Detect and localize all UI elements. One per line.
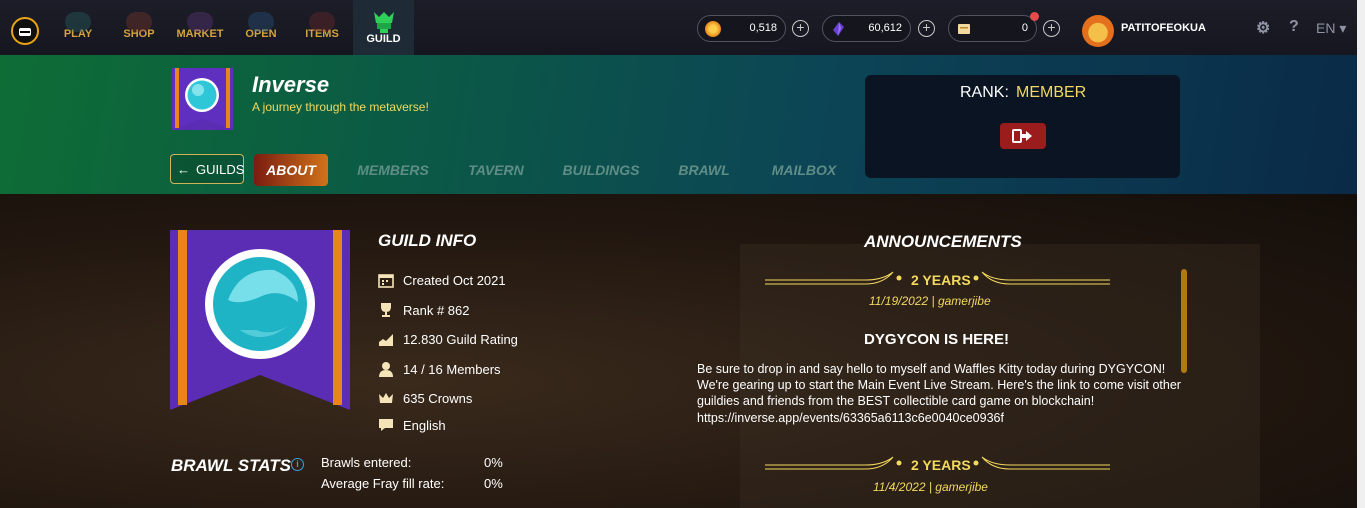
- crown-icon: [377, 389, 395, 407]
- gear-icon[interactable]: ⚙: [1256, 18, 1270, 38]
- info-crowns: 635 Crowns: [377, 388, 472, 408]
- tab-buildings[interactable]: BUILDINGS: [558, 154, 644, 186]
- help-icon[interactable]: ?: [1289, 18, 1299, 36]
- announcement-body: Be sure to drop in and say hello to myse…: [697, 362, 1181, 425]
- guild-emblem-small: [172, 68, 233, 130]
- exit-door-icon: [1012, 129, 1032, 143]
- tab-mailbox[interactable]: MAILBOX: [764, 154, 844, 186]
- announcements-title: ANNOUNCEMENTS: [864, 232, 1022, 251]
- rating-chart-icon: [377, 330, 395, 348]
- username[interactable]: PATITOFEOKUA: [1121, 22, 1206, 34]
- voucher-icon: [958, 24, 970, 34]
- calendar-icon: [377, 271, 395, 289]
- dec-balance: 60,612: [822, 15, 911, 42]
- tab-tavern[interactable]: TAVERN: [462, 154, 530, 186]
- speech-bubble-icon: [377, 416, 395, 434]
- crowns-text: 635 Crowns: [403, 390, 473, 406]
- market-icon: [187, 12, 213, 32]
- vouchers-value: 0: [1021, 22, 1028, 34]
- guild-motto: A journey through the metaverse!: [252, 100, 429, 114]
- play-icon: [65, 12, 91, 32]
- nav-play[interactable]: PLAY: [55, 0, 101, 55]
- announcement-meta: 11/19/2022 | gamerjibe: [869, 294, 991, 308]
- guild-info-title: GUILD INFO: [378, 231, 477, 250]
- nav-open[interactable]: OPEN: [240, 0, 282, 55]
- credits-value: 0,518: [749, 22, 777, 34]
- members-text: 14 / 16 Members: [403, 361, 501, 377]
- shop-icon: [126, 12, 152, 32]
- fray-fill-label: Average Fray fill rate:: [321, 476, 445, 491]
- items-icon: [309, 12, 335, 32]
- language-label: EN: [1316, 20, 1336, 36]
- info-created: Created Oct 2021: [377, 270, 506, 290]
- dec-value: 60,612: [868, 22, 902, 34]
- announcement-age-badge: 2 YEARS: [911, 272, 971, 288]
- add-credits-button[interactable]: +: [792, 20, 809, 37]
- page-scrollbar[interactable]: [1357, 0, 1365, 508]
- nav-items[interactable]: ITEMS: [300, 0, 344, 55]
- rank-label: RANK:: [960, 84, 1009, 101]
- nav-guild[interactable]: GUILD: [353, 0, 414, 55]
- leave-guild-button[interactable]: [1000, 123, 1046, 149]
- brawls-entered-label: Brawls entered:: [321, 455, 412, 470]
- credits-balance: 0,518: [697, 15, 786, 42]
- open-packs-icon: [248, 12, 274, 32]
- add-vouchers-button[interactable]: +: [1043, 20, 1060, 37]
- tab-brawl[interactable]: BRAWL: [674, 154, 734, 186]
- announcement-age-badge-2: 2 YEARS: [911, 457, 971, 473]
- rank-text: Rank # 862: [403, 302, 470, 318]
- created-text: Created Oct 2021: [403, 272, 506, 288]
- nav-shop[interactable]: SHOP: [117, 0, 161, 55]
- person-icon: [377, 360, 395, 378]
- credits-coin-icon: [705, 21, 721, 37]
- dec-crystal-icon: [833, 22, 844, 36]
- brawls-entered-value: 0%: [484, 455, 503, 470]
- info-icon[interactable]: i: [291, 458, 304, 471]
- info-members: 14 / 16 Members: [377, 359, 501, 379]
- announcement-meta-2: 11/4/2022 | gamerjibe: [873, 480, 988, 494]
- rank-value: MEMBER: [1016, 84, 1087, 101]
- guild-emblem-large: [170, 230, 350, 410]
- fray-fill-value: 0%: [484, 476, 503, 491]
- avatar[interactable]: [1082, 15, 1114, 47]
- tab-members[interactable]: MEMBERS: [352, 154, 434, 186]
- tab-about[interactable]: ABOUT: [254, 154, 328, 186]
- announcements-scrollbar[interactable]: [1181, 269, 1187, 373]
- info-rating: 12.830 Guild Rating: [377, 329, 518, 349]
- rating-text: 12.830 Guild Rating: [403, 331, 518, 347]
- info-rank: Rank # 862: [377, 300, 470, 320]
- info-language: English: [377, 415, 446, 435]
- add-dec-button[interactable]: +: [918, 20, 935, 37]
- brawl-stats-title: BRAWL STATS: [171, 456, 291, 475]
- top-nav-bar: PLAY SHOP MARKET OPEN ITEMS GUILD 0,518 …: [0, 0, 1365, 55]
- game-logo-icon[interactable]: [11, 17, 39, 45]
- vouchers-balance: 0: [948, 15, 1037, 42]
- back-to-guilds-button[interactable]: ← GUILDS: [170, 154, 244, 184]
- trophy-icon: [377, 301, 395, 319]
- back-to-guilds-label: GUILDS: [196, 161, 245, 177]
- language-text: English: [403, 417, 446, 433]
- arrow-left-icon: ←: [177, 161, 190, 177]
- notification-dot: [1030, 12, 1039, 21]
- nav-market[interactable]: MARKET: [174, 0, 226, 55]
- guild-icon: [373, 12, 394, 33]
- guild-name: Inverse: [252, 72, 330, 97]
- announcement-heading: DYGYCON IS HERE!: [864, 331, 1010, 348]
- language-selector[interactable]: EN ▾: [1316, 20, 1346, 37]
